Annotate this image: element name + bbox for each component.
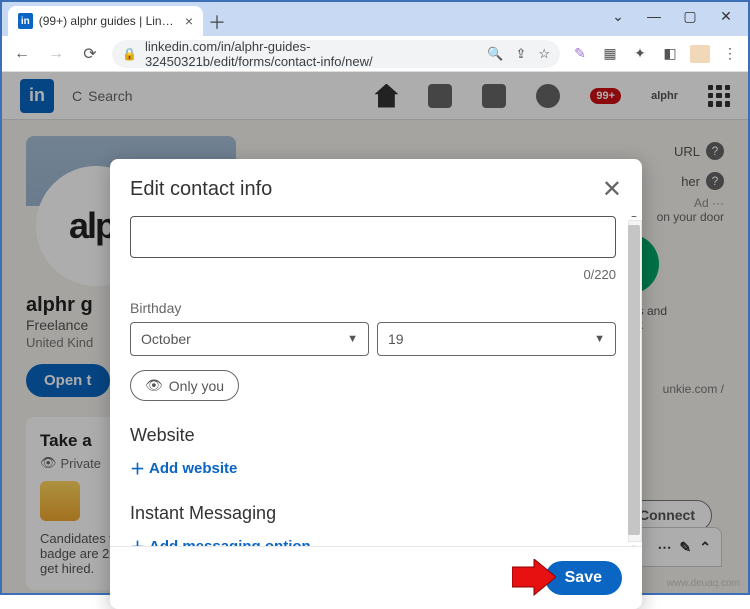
- instant-messaging-heading: Instant Messaging: [130, 503, 632, 524]
- tab-title: (99+) alphr guides | LinkedIn: [39, 14, 179, 28]
- save-button[interactable]: Save: [545, 561, 622, 595]
- extension-icon[interactable]: ▦: [600, 45, 620, 62]
- visibility-pill[interactable]: 👁 Only you: [130, 370, 239, 401]
- close-modal-button[interactable]: ✕: [602, 175, 622, 204]
- birthday-label: Birthday: [130, 300, 632, 316]
- reload-button[interactable]: ⟳: [78, 42, 102, 66]
- add-website-button[interactable]: ＋ Add website: [130, 458, 237, 479]
- eye-icon: 👁: [145, 377, 163, 394]
- scroll-thumb[interactable]: [628, 225, 640, 535]
- profile-avatar-icon[interactable]: [690, 45, 710, 63]
- modal-title: Edit contact info: [130, 178, 272, 201]
- zoom-icon[interactable]: 🔍: [487, 46, 503, 62]
- minimize-icon[interactable]: —: [636, 2, 672, 30]
- edit-contact-info-modal: Edit contact info ✕ 0/220 Birthday Octob…: [110, 159, 642, 609]
- side-panel-icon[interactable]: ◧: [660, 45, 680, 62]
- chevron-down-icon: ▼: [594, 333, 605, 345]
- annotation-arrow: [512, 559, 556, 603]
- contact-textarea[interactable]: [130, 216, 616, 258]
- chevron-down-icon[interactable]: ⌄: [600, 2, 636, 30]
- plus-icon: ＋: [130, 536, 145, 546]
- close-window-icon[interactable]: ✕: [708, 2, 744, 30]
- kebab-menu-icon[interactable]: ⋮: [720, 45, 740, 62]
- website-heading: Website: [130, 425, 632, 446]
- scroll-up-arrow[interactable]: ▲: [627, 216, 641, 221]
- back-button[interactable]: ←: [10, 42, 34, 66]
- url-text: linkedin.com/in/alphr-guides-32450321b/e…: [145, 39, 479, 69]
- birthday-month-select[interactable]: October ▼: [130, 322, 369, 356]
- forward-button: →: [44, 42, 68, 66]
- browser-toolbar: ← → ⟳ 🔒 linkedin.com/in/alphr-guides-324…: [2, 36, 748, 72]
- share-icon[interactable]: ⇪: [515, 46, 526, 62]
- add-messaging-button[interactable]: ＋ Add messaging option: [130, 536, 311, 546]
- new-tab-button[interactable]: ＋: [203, 8, 231, 36]
- chevron-down-icon: ▼: [347, 333, 358, 345]
- lock-icon: 🔒: [122, 47, 137, 61]
- watermark: www.deuaq.com: [667, 578, 740, 589]
- char-counter: 0/220: [130, 267, 616, 282]
- extensions-puzzle-icon[interactable]: ✦: [630, 45, 650, 62]
- linkedin-favicon: in: [18, 13, 33, 29]
- extension-icon[interactable]: ✎: [570, 45, 590, 62]
- birthday-day-select[interactable]: 19 ▼: [377, 322, 616, 356]
- browser-titlebar: in (99+) alphr guides | LinkedIn × ＋ ⌄ —…: [2, 2, 748, 36]
- maximize-icon[interactable]: ▢: [672, 2, 708, 30]
- scrollbar[interactable]: ▲ ▼: [628, 220, 642, 542]
- bookmark-icon[interactable]: ☆: [538, 46, 550, 62]
- browser-tab[interactable]: in (99+) alphr guides | LinkedIn ×: [8, 6, 203, 36]
- address-bar[interactable]: 🔒 linkedin.com/in/alphr-guides-32450321b…: [112, 40, 560, 68]
- plus-icon: ＋: [130, 458, 145, 479]
- close-tab-icon[interactable]: ×: [185, 13, 193, 29]
